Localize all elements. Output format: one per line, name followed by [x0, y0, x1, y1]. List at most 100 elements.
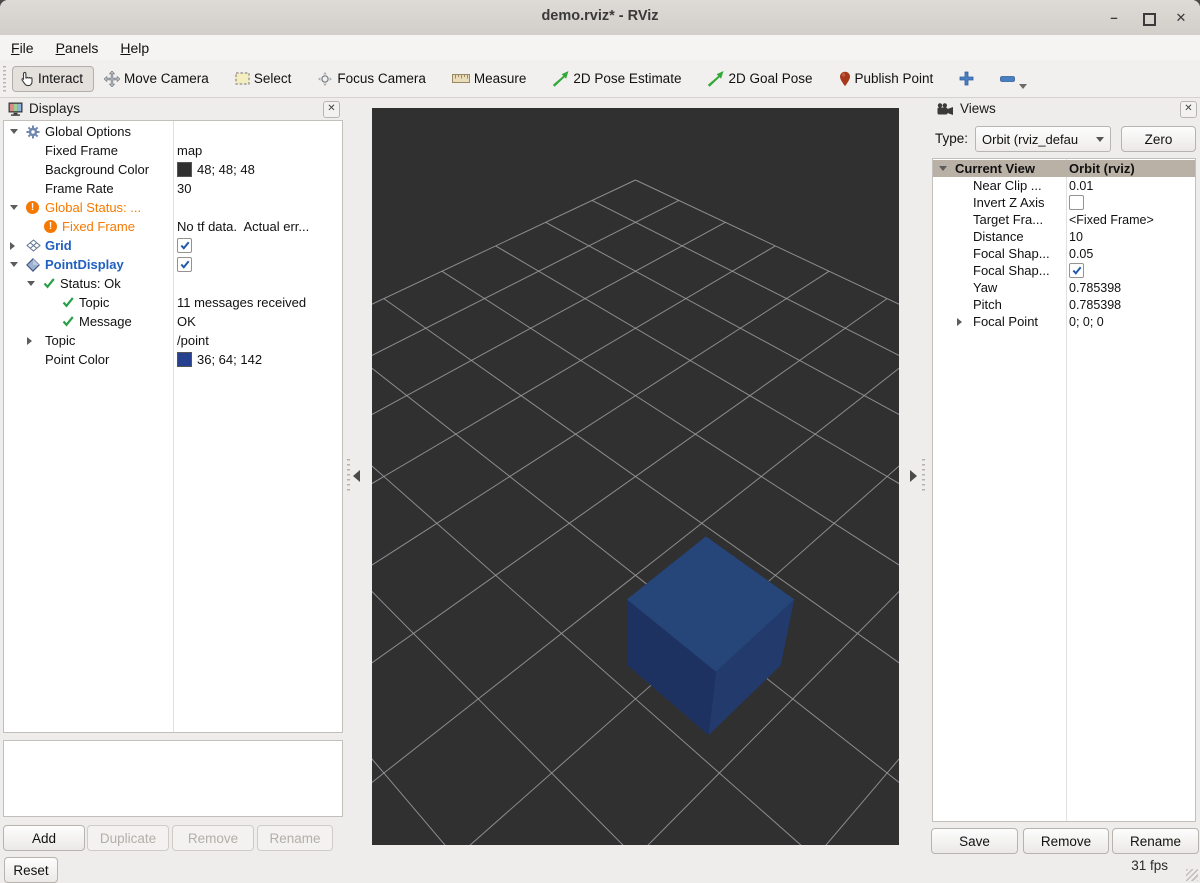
tree-row-point-color[interactable]: Point Color 36; 64; 142: [4, 350, 342, 369]
toolbar-drag-handle[interactable]: [3, 66, 8, 92]
duplicate-display-button: Duplicate: [87, 825, 169, 851]
grid-enabled-checkbox[interactable]: [177, 238, 192, 253]
menubar: File Panels Help: [0, 35, 1200, 60]
tool-interact[interactable]: Interact: [12, 66, 94, 92]
add-display-button[interactable]: Add: [3, 825, 85, 851]
type-label: Type:: [935, 131, 968, 146]
minimize-button[interactable]: –: [1103, 7, 1125, 29]
select-icon: [235, 72, 250, 85]
tree-row-status-topic[interactable]: Topic 11 messages received: [4, 293, 342, 312]
tree-row-global-status[interactable]: ! Global Status: ...: [4, 198, 342, 217]
grid-display-icon: [26, 239, 41, 252]
left-splitter-handle[interactable]: [347, 459, 350, 493]
point-display-enabled-checkbox[interactable]: [177, 257, 192, 272]
tree-row-frame-rate[interactable]: Frame Rate 30: [4, 179, 342, 198]
tool-2d-pose-estimate[interactable]: 2D Pose Estimate: [552, 71, 681, 87]
chevron-down-icon[interactable]: [939, 166, 947, 171]
check-icon: [1072, 266, 1082, 275]
zero-button[interactable]: Zero: [1121, 126, 1196, 152]
tree-row-fixed-frame[interactable]: Fixed Frame map: [4, 141, 342, 160]
views-row-target-frame[interactable]: Target Fra... <Fixed Frame>: [933, 211, 1195, 228]
collapse-right-panel-arrow-icon[interactable]: [910, 470, 917, 482]
focal-shape-fixed-checkbox[interactable]: [1069, 263, 1084, 278]
views-panel-title: Views: [960, 101, 996, 116]
maximize-button[interactable]: [1138, 7, 1160, 29]
pose-estimate-arrow-icon: [552, 71, 569, 87]
invert-z-checkbox[interactable]: [1069, 195, 1084, 210]
remove-view-button[interactable]: Remove: [1023, 828, 1109, 854]
views-close-icon[interactable]: ✕: [1180, 101, 1197, 118]
reset-button[interactable]: Reset: [4, 857, 58, 883]
add-tool-button[interactable]: [959, 71, 974, 86]
status-ok-check-icon: [43, 278, 55, 289]
chevron-down-icon[interactable]: [10, 129, 18, 134]
tool-move-camera[interactable]: Move Camera: [104, 71, 209, 87]
displays-panel: Displays ✕ Global Options Fixed Frame: [2, 98, 344, 883]
remove-display-button: Remove: [172, 825, 254, 851]
views-panel: Views ✕ Type: Orbit (rviz_defau Zero Cur…: [931, 98, 1197, 883]
views-row-invert-z[interactable]: Invert Z Axis: [933, 194, 1195, 211]
views-row-focal-shape-fixed[interactable]: Focal Shap...: [933, 262, 1195, 279]
chevron-down-icon: [1096, 137, 1104, 142]
toolbar-overflow-arrow-icon[interactable]: [1019, 84, 1027, 89]
measure-ruler-icon: [452, 74, 470, 83]
chevron-down-icon[interactable]: [10, 262, 18, 267]
rename-view-button[interactable]: Rename: [1112, 828, 1199, 854]
right-splitter-handle[interactable]: [922, 459, 925, 493]
view-type-combobox[interactable]: Orbit (rviz_defau: [975, 126, 1111, 152]
tree-row-background-color[interactable]: Background Color 48; 48; 48: [4, 160, 342, 179]
tree-row-status-fixed-frame[interactable]: ! Fixed Frame No tf data. Actual err...: [4, 217, 342, 236]
collapse-left-panel-arrow-icon[interactable]: [353, 470, 360, 482]
chevron-right-icon[interactable]: [27, 337, 32, 345]
views-row-focal-shape-size[interactable]: Focal Shap... 0.05: [933, 245, 1195, 262]
tool-focus-camera[interactable]: Focus Camera: [317, 71, 426, 87]
rviz-window: demo.rviz* - RViz – ✕ File Panels Help I…: [0, 0, 1200, 883]
3d-viewport[interactable]: [372, 108, 899, 845]
remove-tool-button[interactable]: [1000, 76, 1015, 82]
tool-measure[interactable]: Measure: [452, 71, 527, 86]
views-row-yaw[interactable]: Yaw 0.785398: [933, 279, 1195, 296]
chevron-right-icon[interactable]: [10, 242, 15, 250]
move-camera-icon: [104, 71, 120, 87]
tool-publish-point[interactable]: Publish Point: [839, 71, 934, 87]
chevron-right-icon[interactable]: [957, 318, 962, 326]
publish-point-pin-icon: [839, 71, 851, 87]
warning-icon: !: [26, 201, 39, 214]
check-icon: [180, 241, 190, 250]
point-display-icon: [26, 258, 40, 272]
chevron-down-icon[interactable]: [10, 205, 18, 210]
menu-panels[interactable]: Panels: [45, 38, 110, 58]
save-view-button[interactable]: Save: [931, 828, 1018, 854]
display-description-box: [3, 740, 343, 817]
check-icon: [62, 316, 74, 327]
views-row-current-view[interactable]: Current View Orbit (rviz): [933, 160, 1195, 177]
fps-counter: 31 fps: [1131, 858, 1168, 873]
tree-row-topic[interactable]: Topic /point: [4, 331, 342, 350]
tree-row-point-display[interactable]: PointDisplay: [4, 255, 342, 274]
check-icon: [180, 260, 190, 269]
chevron-down-icon[interactable]: [27, 281, 35, 286]
gear-icon: [26, 125, 40, 139]
tree-row-status-ok[interactable]: Status: Ok: [4, 274, 342, 293]
resize-grip[interactable]: [1186, 869, 1198, 881]
maximize-icon: [1143, 13, 1156, 26]
displays-close-icon[interactable]: ✕: [323, 101, 340, 118]
titlebar[interactable]: demo.rviz* - RViz – ✕: [0, 0, 1200, 36]
displays-tree: Global Options Fixed Frame map Backgroun…: [3, 120, 343, 733]
check-icon: [62, 297, 74, 308]
tree-row-grid[interactable]: Grid: [4, 236, 342, 255]
tool-select[interactable]: Select: [235, 71, 292, 86]
close-button[interactable]: ✕: [1170, 7, 1192, 29]
color-swatch: [177, 162, 192, 177]
views-row-distance[interactable]: Distance 10: [933, 228, 1195, 245]
menu-help[interactable]: Help: [109, 38, 160, 58]
views-row-near-clip[interactable]: Near Clip ... 0.01: [933, 177, 1195, 194]
tree-row-status-message[interactable]: Message OK: [4, 312, 342, 331]
toolbar: Interact Move Camera Select Focus Camera: [0, 60, 1200, 98]
views-row-focal-point[interactable]: Focal Point 0; 0; 0: [933, 313, 1195, 330]
tool-2d-goal-pose[interactable]: 2D Goal Pose: [707, 71, 812, 87]
menu-file[interactable]: File: [0, 38, 45, 58]
rename-display-button: Rename: [257, 825, 333, 851]
tree-row-global-options[interactable]: Global Options: [4, 122, 342, 141]
views-row-pitch[interactable]: Pitch 0.785398: [933, 296, 1195, 313]
